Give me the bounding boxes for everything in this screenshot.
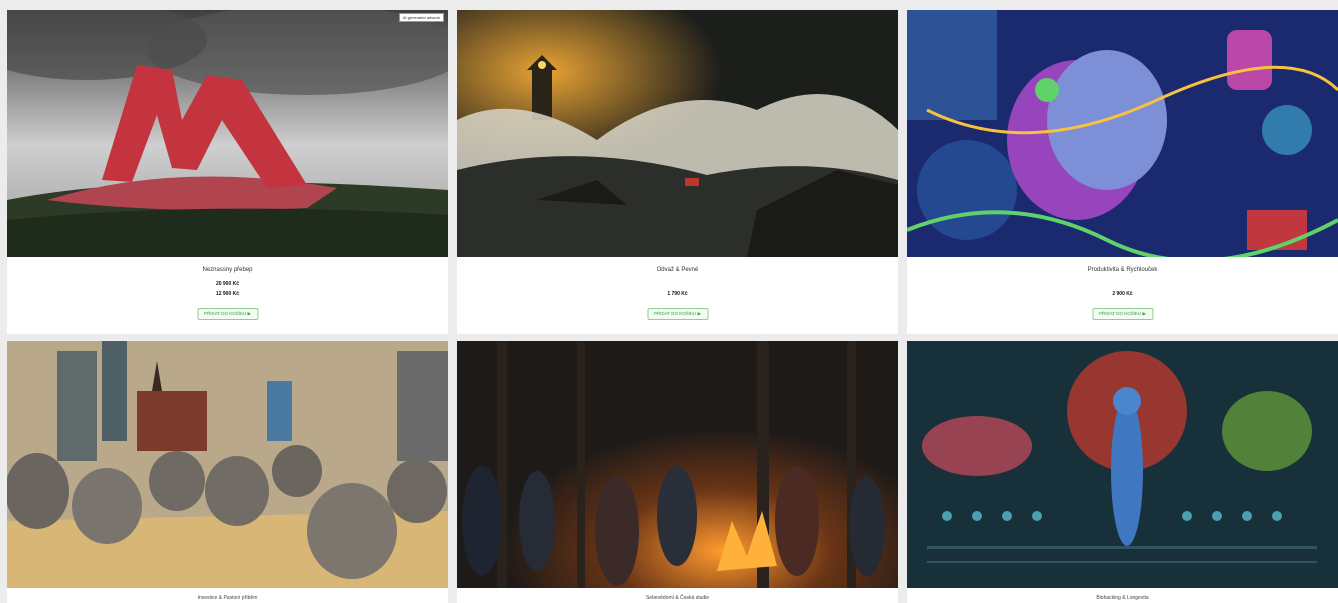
product-card-1[interactable]: AI generated artwork Neznassny přebep 20…	[7, 10, 448, 334]
product-card-3[interactable]: Produktivita & Rychlouček 2 900 Kč PŘIDA…	[907, 10, 1338, 334]
product-image-1[interactable]: AI generated artwork	[7, 10, 448, 257]
ai-badge: AI generated artwork	[398, 13, 444, 22]
product-image-2[interactable]	[457, 10, 898, 257]
red-letter-m-artwork	[7, 10, 448, 257]
forest-fire-soldiers-artwork	[457, 341, 898, 588]
product-image-5[interactable]	[457, 341, 898, 588]
add-to-cart-button[interactable]: PŘIDAT DO KOŠÍKU ▶	[646, 308, 709, 320]
product-price-original: 20 900 Kč	[215, 281, 240, 287]
product-image-6[interactable]	[907, 341, 1338, 588]
product-card-2[interactable]: Odvaž & Pevné 1 790 Kč PŘIDAT DO KOŠÍKU …	[457, 10, 898, 334]
product-price: 2 900 Kč	[1112, 291, 1133, 297]
product-price-sale: 12 900 Kč	[215, 291, 240, 297]
product-title[interactable]: Neznassny přebep	[7, 267, 448, 273]
product-title[interactable]: Sebevědomí & Česká studie	[457, 595, 898, 601]
product-title[interactable]: Produktivita & Rychlouček	[907, 267, 1338, 273]
product-title[interactable]: Odvaž & Pevné	[457, 267, 898, 273]
product-info-2: Odvaž & Pevné 1 790 Kč PŘIDAT DO KOŠÍKU …	[457, 257, 898, 334]
product-title[interactable]: Investice & Pastoní příběm	[7, 595, 448, 601]
product-card-4[interactable]: Investice & Pastoní příběm	[7, 341, 448, 603]
product-card-6[interactable]: Biohacking & Longevita	[907, 341, 1338, 603]
biohacking-infographic-artwork	[907, 341, 1338, 588]
rats-city-artwork	[7, 341, 448, 588]
product-info-3: Produktivita & Rychlouček 2 900 Kč PŘIDA…	[907, 257, 1338, 334]
product-card-5[interactable]: Sebevědomí & Česká studie	[457, 341, 898, 603]
product-info-1: Neznassny přebep 20 900 Kč 12 900 Kč PŘI…	[7, 257, 448, 334]
add-to-cart-button[interactable]: PŘIDAT DO KOŠÍKU ▶	[1091, 308, 1154, 320]
product-image-4[interactable]	[7, 341, 448, 588]
add-to-cart-button[interactable]: PŘIDAT DO KOŠÍKU ▶	[196, 308, 259, 320]
product-image-3[interactable]	[907, 10, 1338, 257]
product-title[interactable]: Biohacking & Longevita	[907, 595, 1338, 601]
lighthouse-storm-artwork	[457, 10, 898, 257]
cyber-head-artwork	[907, 10, 1338, 257]
product-price: 1 790 Kč	[667, 291, 688, 297]
